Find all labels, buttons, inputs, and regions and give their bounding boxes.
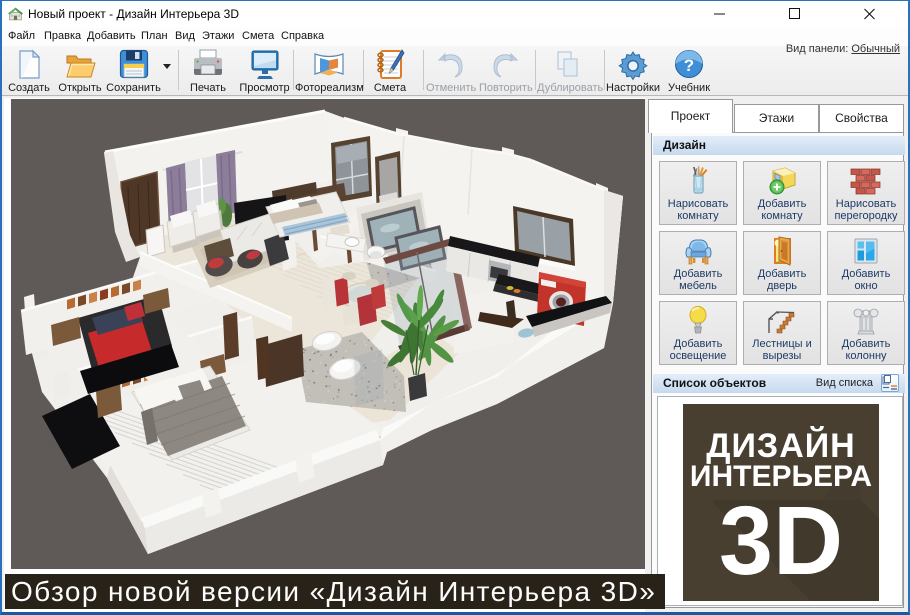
svg-text:?: ? (684, 56, 694, 75)
